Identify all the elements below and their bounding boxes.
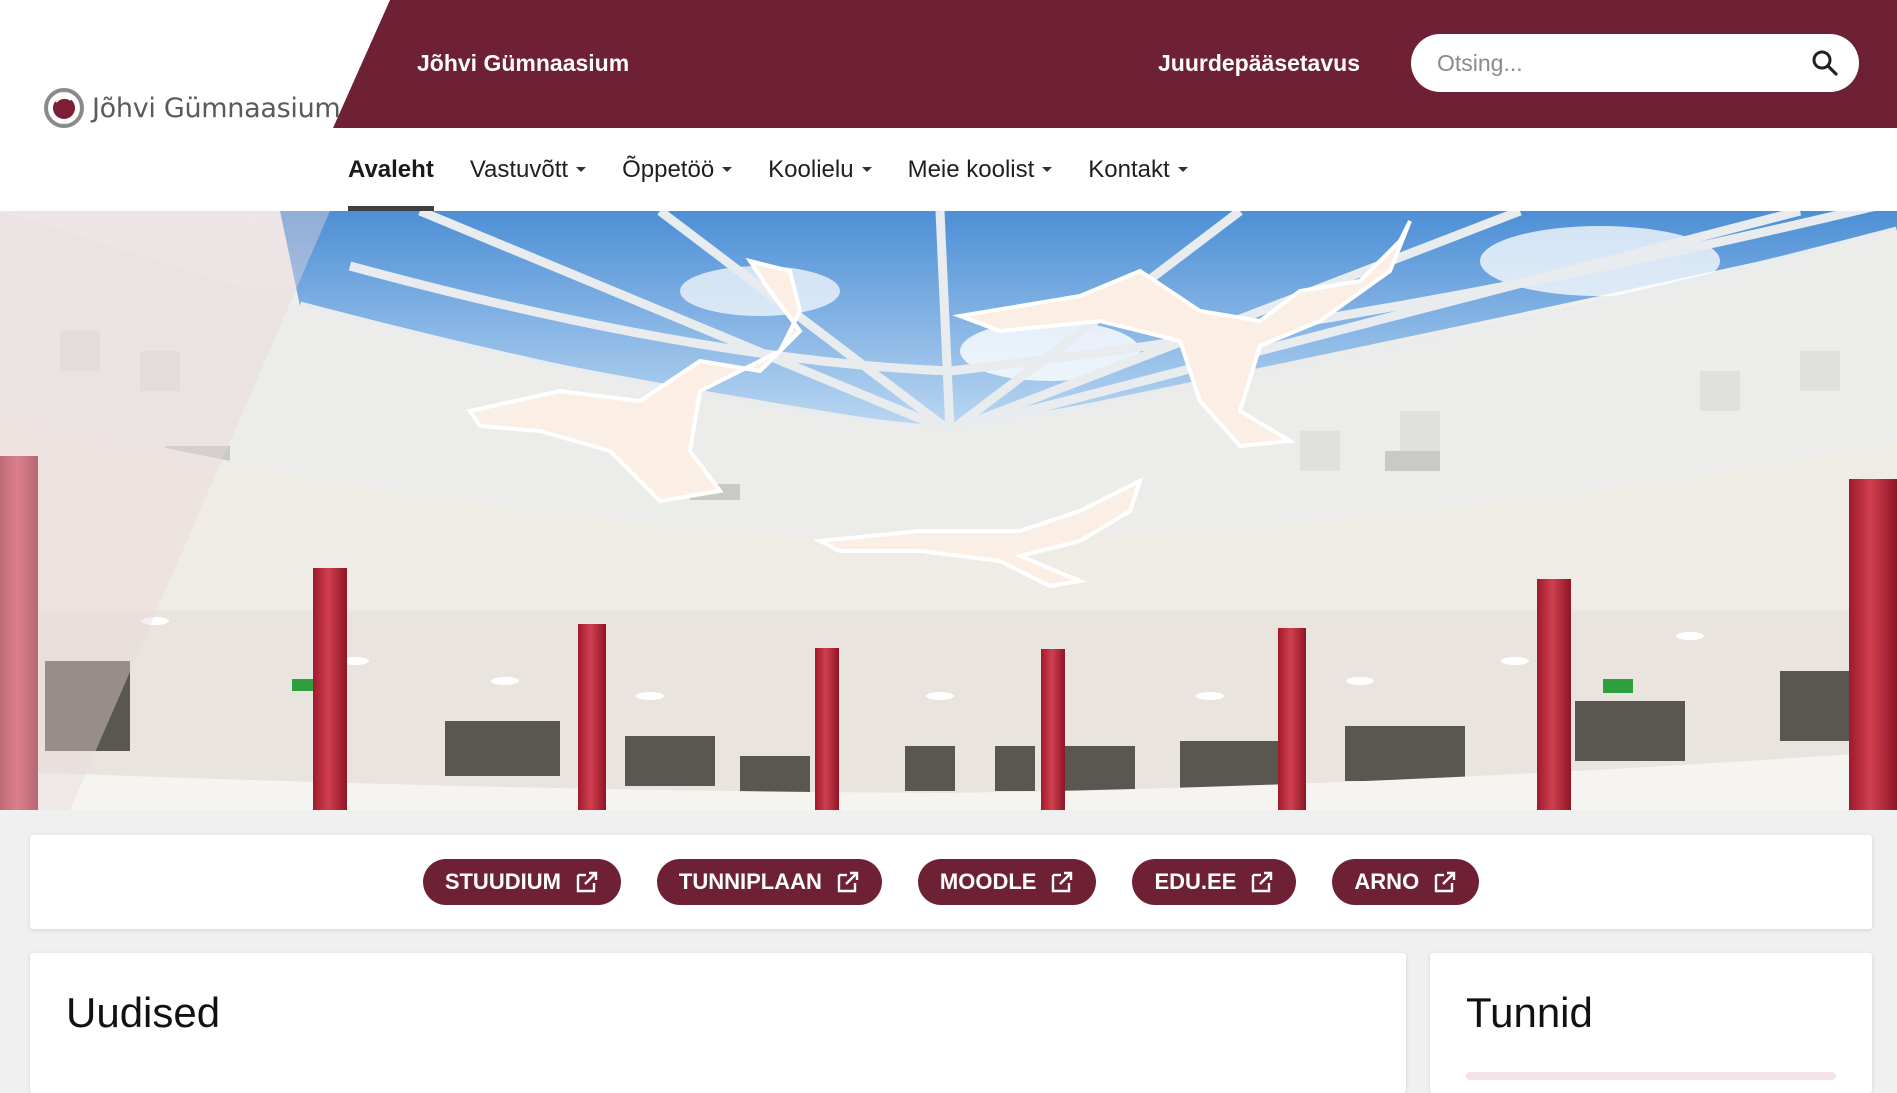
nav-label: Vastuvõtt — [469, 155, 569, 183]
caret-down-icon — [722, 167, 733, 172]
site-logo[interactable]: Jõhvi Gümnaasium — [44, 86, 341, 130]
nav-item-meie-koolist[interactable]: Meie koolist — [908, 128, 1053, 211]
main-nav: Avaleht Vastuvõtt Õppetöö Koolielu Meie … — [348, 128, 1224, 211]
news-card: Uudised — [30, 953, 1406, 1093]
nav-item-vastuvott[interactable]: Vastuvõtt — [469, 128, 587, 211]
quicklink-moodle[interactable]: MOODLE — [917, 859, 1097, 905]
caret-down-icon — [861, 167, 872, 172]
external-link-icon — [1252, 871, 1273, 893]
nav-label: Kontakt — [1088, 155, 1170, 183]
nav-label: Avaleht — [348, 155, 434, 183]
caret-down-icon — [576, 167, 587, 172]
nav-label: Õppetöö — [622, 155, 715, 183]
search-input[interactable] — [1435, 48, 1809, 78]
search-box — [1411, 34, 1859, 92]
external-link-icon — [576, 871, 598, 893]
lessons-card: Tunnid — [1430, 953, 1872, 1093]
quicklink-edu-ee[interactable]: EDU.EE — [1132, 859, 1297, 905]
nav-label: Koolielu — [768, 155, 854, 183]
nav-item-oppetoo[interactable]: Õppetöö — [622, 128, 733, 211]
hero-image — [0, 211, 1897, 810]
accessibility-link[interactable]: Juurdepääsetavus — [1158, 50, 1360, 77]
atrium-illustration — [0, 211, 1897, 810]
site-name[interactable]: Jõhvi Gümnaasium — [417, 50, 629, 77]
quicklink-label: STUUDIUM — [444, 869, 561, 894]
external-link-icon — [1052, 871, 1073, 893]
quicklink-tunniplaan[interactable]: TUNNIPLAAN — [656, 859, 882, 905]
quicklink-label: ARNO — [1354, 869, 1420, 894]
quicklink-label: EDU.EE — [1154, 869, 1237, 894]
nav-item-avaleht[interactable]: Avaleht — [348, 128, 434, 211]
caret-down-icon — [1042, 167, 1053, 172]
external-link-icon — [1434, 871, 1456, 893]
nav-label: Meie koolist — [907, 155, 1035, 183]
news-heading: Uudised — [66, 989, 221, 1036]
logo-icon — [44, 88, 84, 128]
quicklink-arno[interactable]: ARNO — [1332, 859, 1480, 905]
caret-down-icon — [1177, 167, 1188, 172]
lessons-heading: Tunnid — [1466, 989, 1593, 1036]
external-link-icon — [837, 871, 859, 893]
quicklink-stuudium[interactable]: STUUDIUM — [422, 859, 621, 905]
quicklink-label: MOODLE — [939, 869, 1037, 894]
nav-item-koolielu[interactable]: Koolielu — [768, 128, 872, 211]
search-icon[interactable] — [1811, 49, 1839, 77]
quick-links-bar: STUUDIUM TUNNIPLAAN MOODLE EDU.EE ARNO — [30, 835, 1872, 929]
logo-text: Jõhvi Gümnaasium — [92, 92, 341, 124]
nav-item-kontakt[interactable]: Kontakt — [1088, 128, 1188, 211]
quicklink-label: TUNNIPLAAN — [678, 869, 822, 894]
site-header: Jõhvi Gümnaasium Jõhvi Gümnaasium Juurde… — [0, 0, 1897, 211]
